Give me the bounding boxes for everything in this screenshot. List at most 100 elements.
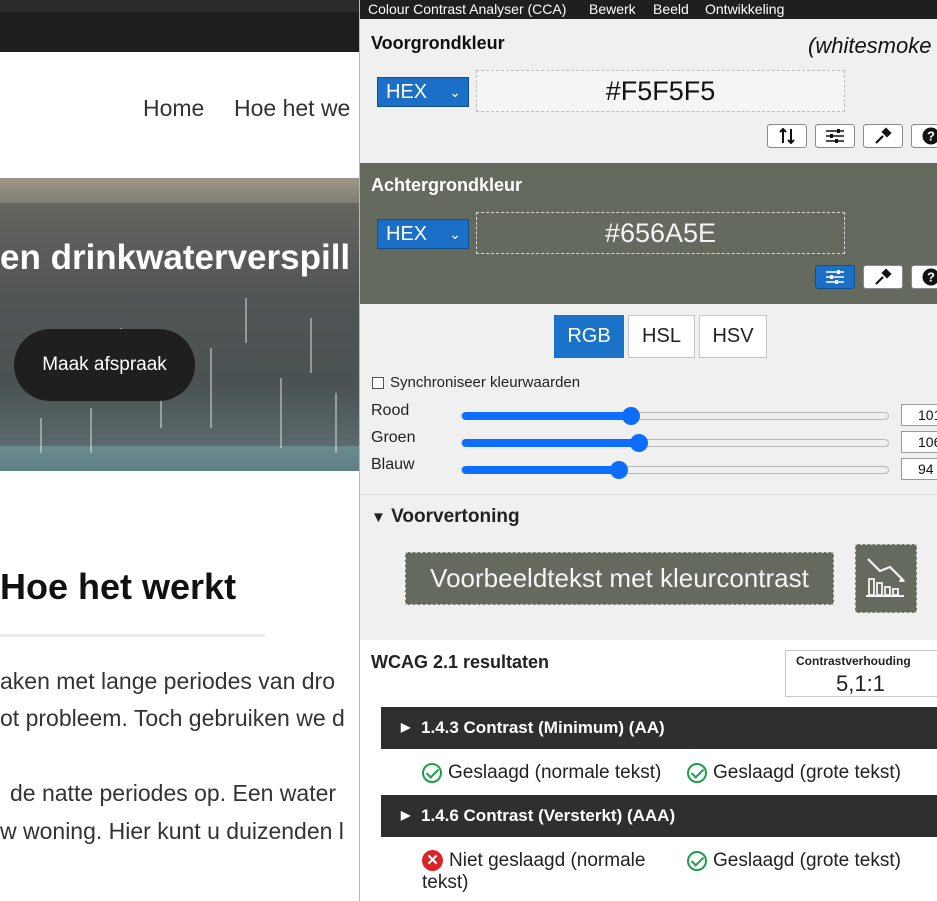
background-title: Achtergrondkleur	[371, 175, 523, 195]
site-navigation: Home Hoe het we	[0, 95, 360, 125]
result-text: Niet geslaagd (normale	[449, 850, 646, 871]
foreground-eyedropper-button[interactable]	[863, 124, 903, 148]
result-aaa-large: Geslaagd (grote tekst)	[687, 850, 901, 872]
result-text: Geslaagd (normale tekst)	[448, 762, 662, 783]
paragraph-line: w woning. Hier kunt u duizenden l	[0, 818, 344, 844]
background-format-select[interactable]: HEX ⌄	[377, 219, 469, 249]
section-divider	[360, 494, 937, 495]
slider-label-green: Groen	[371, 429, 416, 446]
menu-item-bewerk[interactable]: Bewerk	[589, 0, 636, 19]
slider-fill	[462, 466, 620, 474]
contrast-ratio-box: Contrastverhouding 5,1:1	[785, 650, 937, 697]
background-sliders-button[interactable]	[815, 265, 855, 289]
slider-thumb[interactable]	[621, 407, 640, 425]
slider-thumb[interactable]	[630, 434, 649, 452]
section-divider	[0, 634, 265, 637]
check-circle-icon	[422, 763, 442, 783]
swap-colors-button[interactable]	[767, 124, 807, 148]
result-aa-normal: Geslaagd (normale tekst)	[422, 762, 661, 784]
sync-checkbox-row[interactable]: Synchroniseer kleurwaarden	[372, 374, 580, 391]
result-text-line2: tekst)	[422, 872, 469, 893]
preview-title: Voorvertoning	[391, 506, 520, 527]
foreground-format-select[interactable]: HEX ⌄	[377, 77, 469, 107]
format-label: HEX	[386, 81, 428, 103]
result-aaa-normal: ✕ Niet geslaagd (normale tekst)	[422, 850, 645, 894]
criterion-title: 1.4.3 Contrast (Minimum) (AA)	[421, 718, 665, 737]
caret-right-icon: ▶	[401, 720, 411, 734]
fail-circle-icon: ✕	[422, 850, 443, 871]
check-circle-icon	[687, 763, 707, 783]
results-title: WCAG 2.1 resultaten	[371, 652, 550, 672]
background-panel: Achtergrondkleur HEX ⌄ #656A5E ?	[360, 163, 937, 304]
green-value-input[interactable]: 106	[901, 431, 937, 453]
make-appointment-button[interactable]: Maak afspraak	[14, 329, 195, 401]
slider-label-blue: Blauw	[371, 456, 415, 473]
foreground-panel: Voorgrondkleur (whitesmoke HEX ⌄ #F5F5F5…	[360, 19, 937, 163]
slider-label-red: Rood	[371, 402, 410, 419]
slider-fill	[462, 439, 640, 447]
nav-link-hoe-het-werkt[interactable]: Hoe het we	[234, 95, 350, 122]
chevron-down-icon: ⌄	[449, 226, 461, 242]
tab-hsl[interactable]: HSL	[628, 315, 695, 358]
chart-simulation-button[interactable]	[855, 544, 917, 613]
caret-down-icon: ▼	[371, 509, 386, 526]
criterion-1-4-6-toggle[interactable]: ▶ 1.4.6 Contrast (Versterkt) (AAA)	[381, 795, 937, 837]
menu-bar: Colour Contrast Analyser (CCA) Bewerk Be…	[360, 0, 937, 19]
check-circle-icon	[687, 851, 707, 871]
blue-value-input[interactable]: 94	[901, 458, 937, 480]
foreground-color-name: (whitesmoke	[808, 33, 932, 58]
tab-rgb[interactable]: RGB	[554, 315, 624, 358]
nav-link-home[interactable]: Home	[143, 95, 204, 122]
red-value-input[interactable]: 101	[901, 404, 937, 426]
preview-sample-text: Voorbeeldtekst met kleurcontrast	[405, 552, 834, 605]
background-hex-input[interactable]: #656A5E	[476, 212, 845, 254]
hero-banner	[0, 178, 360, 471]
slider-blue[interactable]	[461, 461, 889, 479]
menu-item-app[interactable]: Colour Contrast Analyser (CCA)	[368, 0, 566, 19]
slider-thumb[interactable]	[610, 461, 629, 479]
sync-checkbox[interactable]	[372, 376, 384, 389]
tab-hsv[interactable]: HSV	[699, 315, 767, 358]
paragraph-line: de natte periodes op. Een water	[10, 780, 337, 806]
criterion-1-4-3-toggle[interactable]: ▶ 1.4.3 Contrast (Minimum) (AA)	[381, 707, 937, 749]
browser-toolbar	[0, 0, 360, 52]
cca-window: Colour Contrast Analyser (CCA) Bewerk Be…	[359, 0, 937, 901]
result-text: Geslaagd (grote tekst)	[713, 762, 901, 783]
declining-chart-icon	[866, 558, 905, 597]
hero-title: en drinkwaterverspill	[0, 238, 351, 277]
foreground-title: Voorgrondkleur	[371, 33, 505, 53]
wcag-results: WCAG 2.1 resultaten Contrastverhouding 5…	[360, 640, 937, 901]
format-label: HEX	[386, 223, 428, 245]
paragraph-line: ot probleem. Toch gebruiken we d	[0, 705, 345, 731]
foreground-help-button[interactable]: ?	[911, 124, 937, 148]
foreground-sliders-button[interactable]	[815, 124, 855, 148]
eyedropper-icon	[875, 127, 892, 144]
criterion-title: 1.4.6 Contrast (Versterkt) (AAA)	[421, 806, 676, 825]
menu-item-beeld[interactable]: Beeld	[653, 0, 689, 19]
background-eyedropper-button[interactable]	[863, 265, 903, 289]
result-text: Geslaagd (grote tekst)	[713, 850, 901, 871]
paragraph-line: aken met lange periodes van dro	[0, 668, 335, 694]
result-aa-large: Geslaagd (grote tekst)	[687, 762, 901, 784]
help-icon: ?	[922, 268, 937, 286]
section-title: Hoe het werkt	[0, 566, 237, 607]
swap-icon	[779, 128, 795, 144]
background-website: Home Hoe het we en drinkwaterverspill Ma…	[0, 0, 360, 901]
background-help-button[interactable]: ?	[911, 265, 937, 289]
menu-item-ontwikkeling[interactable]: Ontwikkeling	[705, 0, 784, 19]
sliders-icon	[826, 129, 844, 143]
slider-red[interactable]	[461, 407, 889, 425]
eyedropper-icon	[875, 268, 892, 285]
contrast-ratio-value: 5,1:1	[836, 671, 885, 696]
sync-label: Synchroniseer kleurwaarden	[390, 374, 581, 391]
foreground-hex-input[interactable]: #F5F5F5	[476, 70, 845, 112]
chevron-down-icon: ⌄	[449, 84, 461, 100]
help-icon: ?	[922, 127, 937, 145]
slider-fill	[462, 412, 631, 420]
svg-text:?: ?	[927, 129, 935, 144]
caret-right-icon: ▶	[401, 808, 411, 822]
sliders-icon	[826, 270, 844, 284]
svg-text:?: ?	[927, 270, 935, 285]
preview-toggle[interactable]: ▼ Voorvertoning	[371, 506, 520, 528]
slider-green[interactable]	[461, 434, 889, 452]
